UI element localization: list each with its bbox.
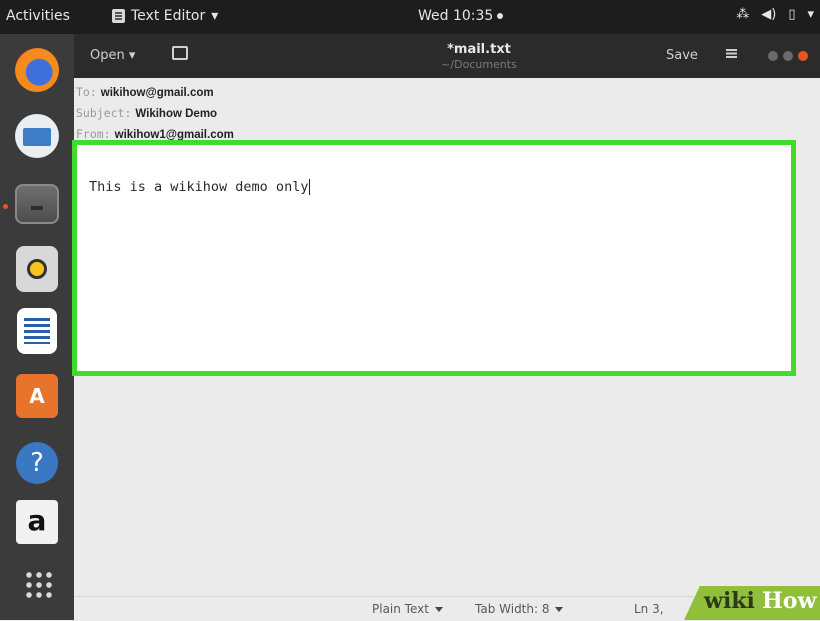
tab-width-label: Tab Width: 8: [475, 602, 550, 616]
document-path: ~/Documents: [441, 58, 517, 71]
libreoffice-writer-icon[interactable]: [17, 308, 57, 354]
running-indicator: [3, 204, 8, 209]
watermark-part2: How: [762, 588, 817, 614]
amazon-glyph: a: [27, 504, 47, 537]
new-document-icon[interactable]: [172, 46, 188, 60]
maximize-button[interactable]: [783, 51, 793, 61]
syntax-label: Plain Text: [372, 602, 429, 616]
dock: A ? a: [0, 34, 74, 620]
help-icon[interactable]: ?: [16, 442, 58, 484]
show-applications-icon[interactable]: [24, 570, 54, 600]
top-bar: Activities Text Editor ▾ Wed 10:35 ⁂ ◀) …: [0, 0, 820, 34]
files-icon[interactable]: [15, 184, 59, 224]
email-body-text: This is a wikihow demo only: [89, 179, 309, 195]
editor-headerbar: Open ▾ *mail.txt ~/Documents Save: [74, 34, 820, 78]
subject-line: Subject: Wikihow Demo: [76, 103, 234, 124]
to-value: wikihow@gmail.com: [100, 87, 214, 99]
save-button[interactable]: Save: [666, 48, 698, 63]
activities-button[interactable]: Activities: [6, 8, 70, 24]
hamburger-menu-icon[interactable]: [726, 49, 737, 58]
highlighted-body-region[interactable]: This is a wikihow demo only: [72, 140, 796, 376]
cursor-position[interactable]: Ln 3,: [634, 602, 664, 616]
rhythmbox-icon[interactable]: [16, 246, 58, 292]
chevron-down-icon: [434, 607, 443, 612]
ubuntu-software-icon[interactable]: A: [16, 374, 58, 418]
firefox-icon[interactable]: [15, 48, 59, 92]
close-button[interactable]: [798, 51, 808, 61]
network-icon: ⁂: [736, 7, 750, 22]
clock-label: Wed 10:35: [418, 8, 494, 24]
from-key: From:: [76, 127, 111, 141]
notification-dot-icon: [497, 13, 504, 19]
software-glyph: A: [29, 384, 45, 408]
chevron-down-icon: ▾: [128, 48, 136, 63]
text-editor-icon: [112, 9, 125, 23]
battery-icon: ▯: [788, 7, 796, 22]
subject-value: Wikihow Demo: [135, 108, 218, 120]
wikihow-watermark: wiki How: [670, 586, 820, 620]
chevron-down-icon: ▾: [807, 7, 814, 22]
text-editor-area[interactable]: To: wikihow@gmail.com Subject: Wikihow Dem…: [72, 78, 820, 596]
tab-width-selector[interactable]: Tab Width: 8: [475, 602, 564, 616]
amazon-icon[interactable]: a: [16, 500, 58, 544]
subject-key: Subject:: [76, 106, 132, 120]
chevron-down-icon: ▾: [211, 8, 219, 24]
to-line: To: wikihow@gmail.com: [76, 82, 234, 103]
email-header-lines: To: wikihow@gmail.com Subject: Wikihow Dem…: [76, 82, 234, 145]
minimize-button[interactable]: [768, 51, 778, 61]
system-tray[interactable]: ⁂ ◀) ▯ ▾: [736, 7, 814, 22]
clock[interactable]: Wed 10:35: [418, 8, 504, 24]
text-cursor: [309, 179, 311, 195]
app-menu[interactable]: Text Editor ▾: [112, 8, 218, 24]
app-menu-label: Text Editor: [131, 8, 206, 24]
email-body[interactable]: This is a wikihow demo only: [89, 179, 311, 195]
document-name: *mail.txt: [447, 42, 511, 57]
watermark-part1: wiki: [704, 588, 755, 614]
help-glyph: ?: [30, 448, 44, 478]
open-button-label: Open: [90, 48, 125, 63]
open-button[interactable]: Open ▾: [90, 48, 135, 63]
syntax-selector[interactable]: Plain Text: [372, 602, 443, 616]
chevron-down-icon: [555, 607, 564, 612]
volume-icon: ◀): [761, 7, 777, 22]
thunderbird-mail-icon[interactable]: [15, 114, 59, 158]
window-title: *mail.txt ~/Documents: [404, 42, 554, 71]
to-key: To:: [76, 85, 97, 99]
